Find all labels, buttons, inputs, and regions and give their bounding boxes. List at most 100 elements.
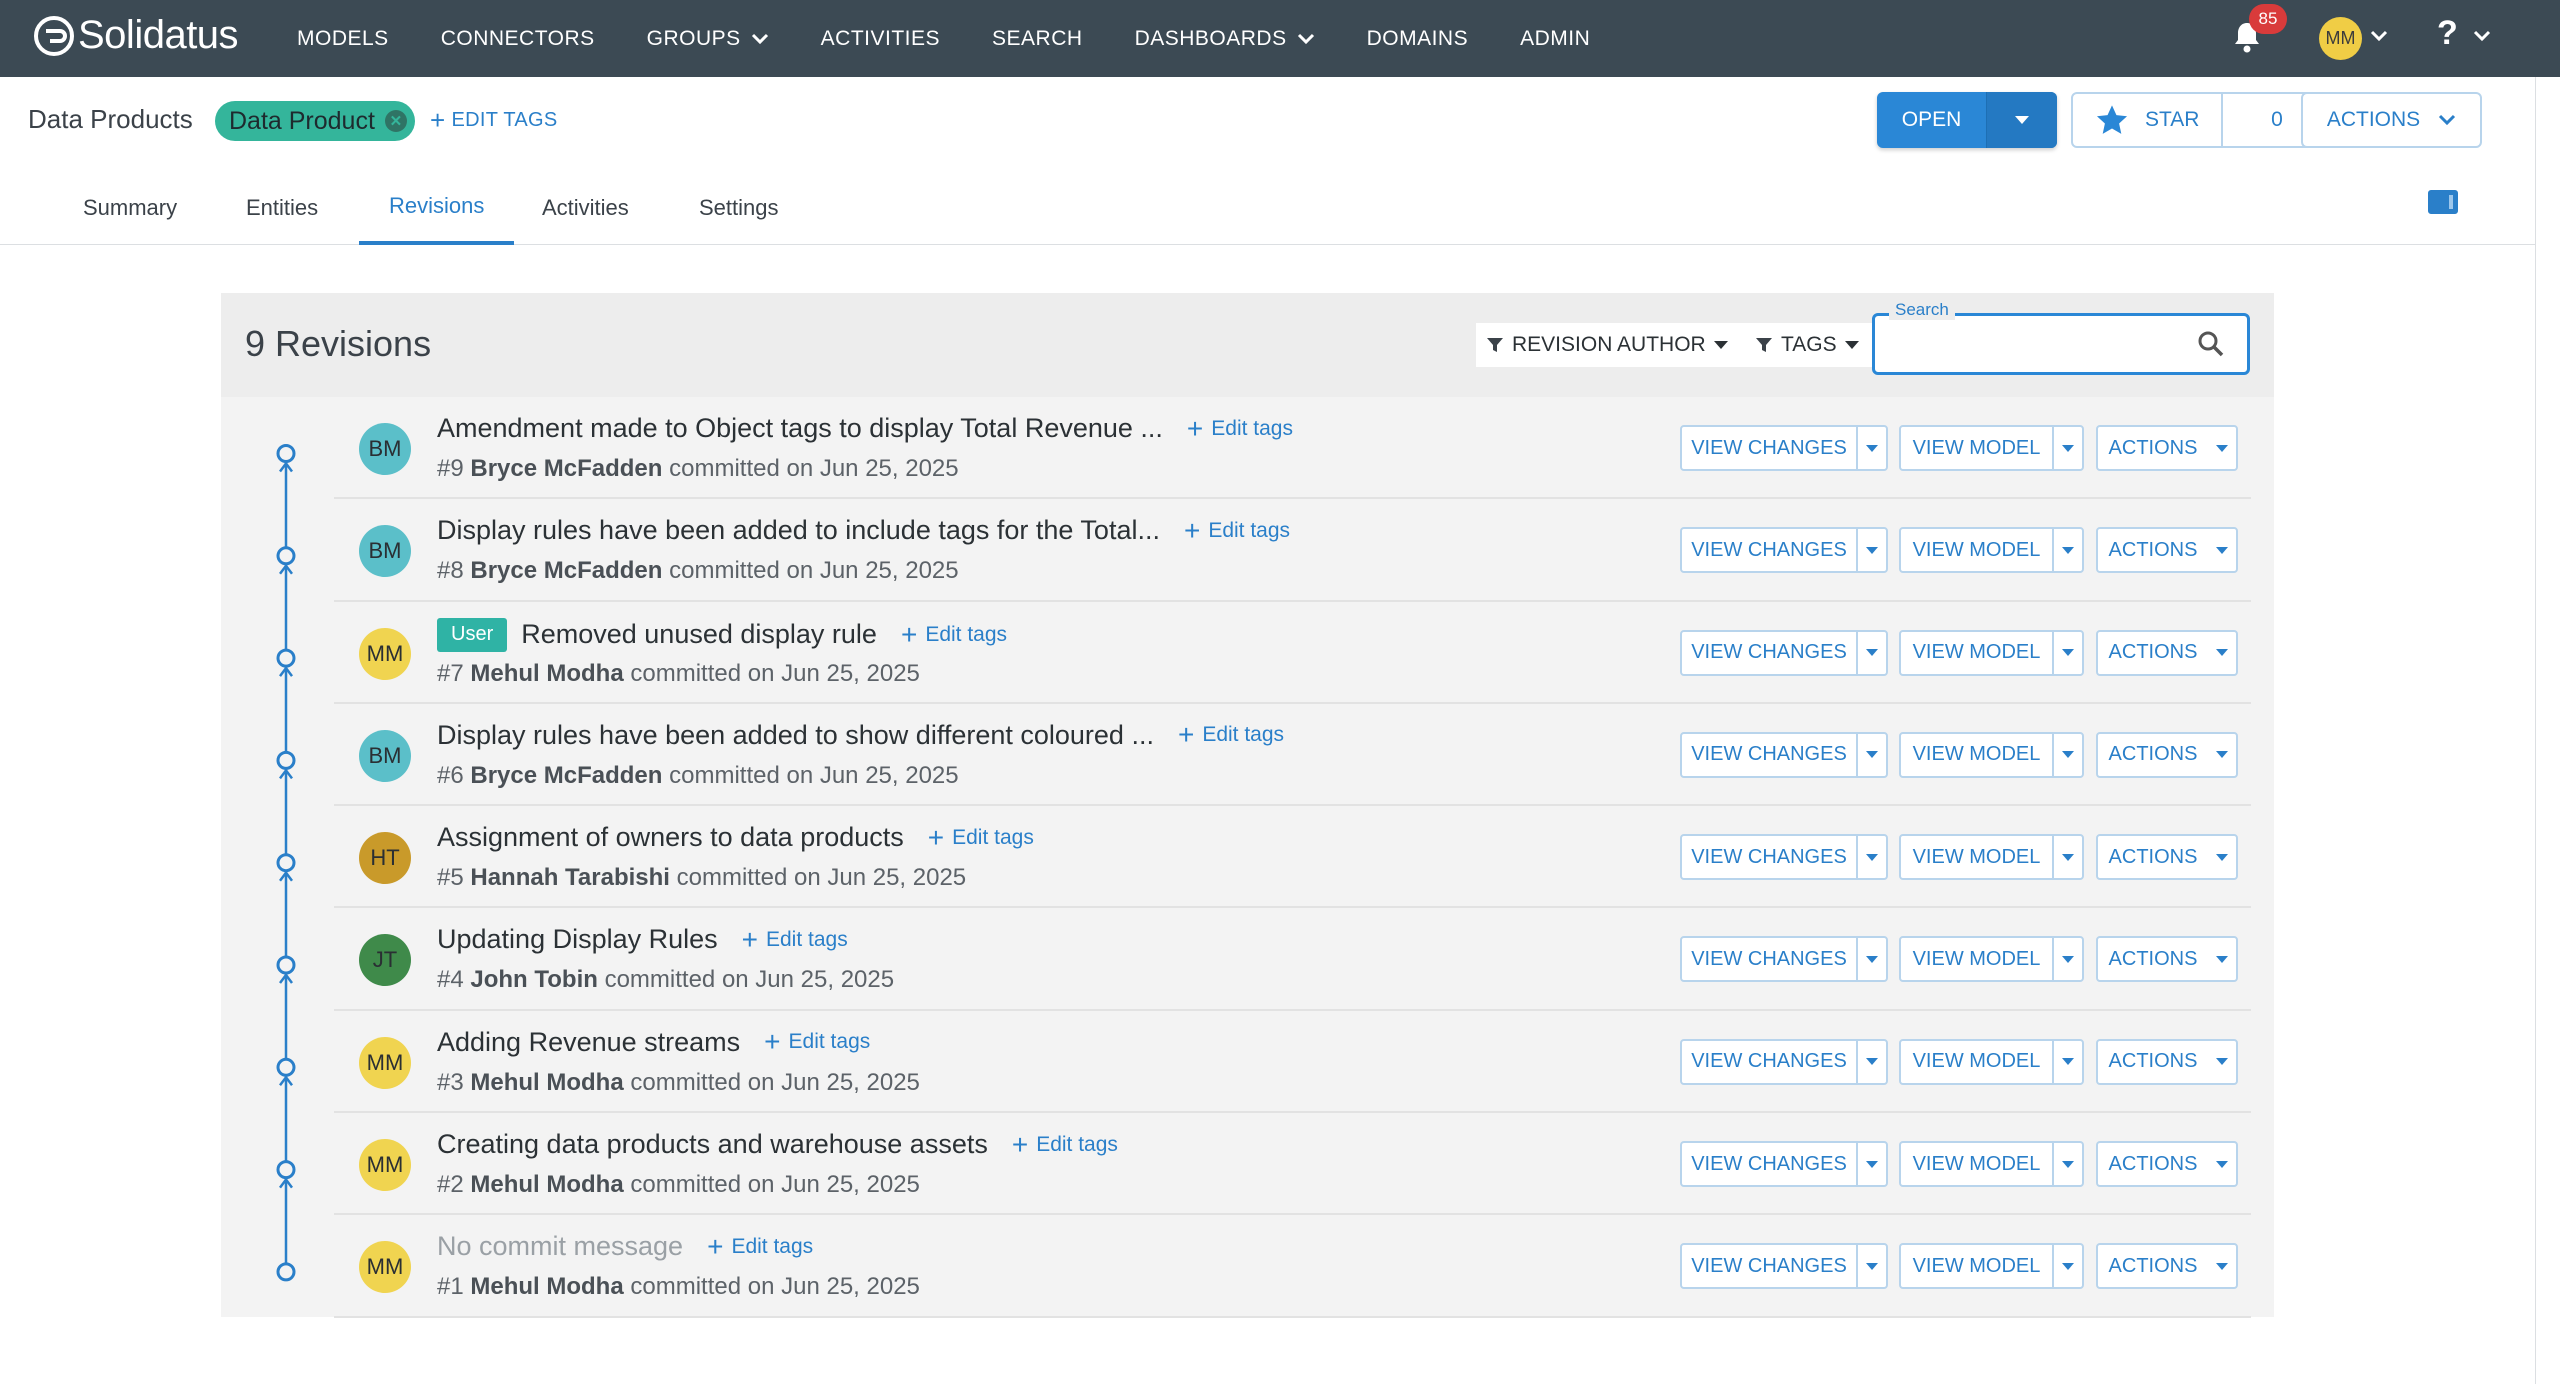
edit-tags-button[interactable]: + Edit tags: [1186, 412, 1293, 444]
remove-tag-icon[interactable]: ✕: [384, 110, 407, 132]
view-model-button[interactable]: VIEW MODEL: [1901, 427, 2054, 469]
nav-item-search[interactable]: SEARCH: [992, 27, 1083, 51]
row-actions-button[interactable]: ACTIONS: [2098, 1143, 2208, 1185]
view-changes-button[interactable]: VIEW CHANGES: [1682, 1143, 1858, 1186]
revision-author-filter[interactable]: REVISION AUTHOR: [1476, 323, 1750, 367]
view-changes-dropdown[interactable]: [1858, 836, 1886, 878]
side-panel-toggle-icon[interactable]: [2428, 190, 2458, 214]
view-model-dropdown[interactable]: [2054, 734, 2082, 776]
nav-item-label: DASHBOARDS: [1134, 26, 1287, 50]
view-model-dropdown[interactable]: [2054, 427, 2082, 469]
row-actions-button[interactable]: ACTIONS: [2098, 529, 2208, 571]
view-model-button[interactable]: VIEW MODEL: [1901, 1040, 2054, 1083]
edit-tags-button[interactable]: + Edit tags: [742, 925, 848, 954]
solidatus-logo[interactable]: Solidatus: [32, 13, 239, 58]
row-actions-button[interactable]: ACTIONS: [2098, 836, 2208, 878]
edit-tags-button[interactable]: + Edit tags: [764, 1028, 870, 1056]
tab-summary[interactable]: Summary: [53, 170, 207, 245]
edit-tags-button[interactable]: + Edit tags: [707, 1232, 813, 1261]
row-actions-button[interactable]: ACTIONS: [2098, 1245, 2208, 1287]
view-changes-button[interactable]: VIEW CHANGES: [1682, 1245, 1858, 1288]
open-dropdown-button[interactable]: [1987, 92, 2057, 148]
view-model-dropdown[interactable]: [2054, 1041, 2082, 1083]
row-actions-dropdown[interactable]: [2208, 529, 2236, 571]
open-button[interactable]: OPEN: [1877, 92, 1987, 148]
star-button[interactable]: STAR: [2073, 94, 2223, 146]
view-changes-dropdown[interactable]: [1858, 632, 1886, 674]
row-actions-dropdown[interactable]: [2208, 734, 2236, 776]
view-model-button[interactable]: VIEW MODEL: [1901, 1245, 2054, 1288]
view-model-button[interactable]: VIEW MODEL: [1901, 938, 2054, 981]
view-changes-dropdown[interactable]: [1858, 529, 1886, 571]
view-model-dropdown[interactable]: [2054, 836, 2082, 878]
view-model-button[interactable]: VIEW MODEL: [1901, 836, 2054, 879]
view-changes-button[interactable]: VIEW CHANGES: [1682, 529, 1858, 572]
row-actions-dropdown[interactable]: [2208, 632, 2236, 674]
view-changes-button[interactable]: VIEW CHANGES: [1682, 836, 1858, 879]
view-changes-dropdown[interactable]: [1858, 1245, 1886, 1287]
tab-settings[interactable]: Settings: [669, 170, 809, 245]
edit-tags-button[interactable]: + Edit tags: [1184, 516, 1290, 545]
view-changes-dropdown[interactable]: [1858, 1143, 1886, 1185]
nav-item-models[interactable]: MODELS: [297, 27, 389, 51]
row-actions-dropdown[interactable]: [2208, 1143, 2236, 1185]
view-changes-dropdown[interactable]: [1858, 734, 1886, 776]
nav-item-groups[interactable]: GROUPS: [647, 27, 769, 51]
nav-item-admin[interactable]: ADMIN: [1520, 27, 1590, 51]
tab-revisions[interactable]: Revisions: [359, 170, 515, 245]
tab-entities[interactable]: Entities: [216, 170, 348, 245]
view-model-dropdown[interactable]: [2054, 1245, 2082, 1287]
row-actions-button[interactable]: ACTIONS: [2098, 632, 2208, 674]
row-actions-dropdown[interactable]: [2208, 1041, 2236, 1083]
row-actions-dropdown[interactable]: [2208, 938, 2236, 980]
edit-tags-button[interactable]: + Edit tags: [928, 823, 1034, 852]
search-input[interactable]: [1885, 324, 2185, 364]
view-changes-button[interactable]: VIEW CHANGES: [1682, 733, 1858, 776]
search-icon[interactable]: [2197, 330, 2225, 358]
view-changes-button[interactable]: VIEW CHANGES: [1682, 1040, 1858, 1083]
view-model-dropdown[interactable]: [2054, 1143, 2082, 1185]
row-actions-button[interactable]: ACTIONS: [2098, 938, 2208, 980]
view-model-button[interactable]: VIEW MODEL: [1901, 733, 2054, 776]
chevron-down-icon[interactable]: [2370, 30, 2388, 42]
row-actions-button[interactable]: ACTIONS: [2098, 427, 2208, 469]
nav-item-connectors[interactable]: CONNECTORS: [441, 27, 595, 51]
row-actions-group: ACTIONS: [2096, 425, 2238, 471]
row-actions-group: ACTIONS: [2096, 1038, 2238, 1085]
view-model-dropdown[interactable]: [2054, 529, 2082, 571]
author-avatar: MM: [359, 1036, 411, 1089]
author-avatar: MM: [359, 1241, 411, 1294]
view-model-button[interactable]: VIEW MODEL: [1901, 631, 2054, 674]
chevron-down-icon[interactable]: [2473, 30, 2491, 42]
row-actions-dropdown[interactable]: [2208, 427, 2236, 469]
edit-tags-button[interactable]: + Edit tags: [901, 620, 1007, 649]
row-actions-button[interactable]: ACTIONS: [2098, 734, 2208, 776]
tags-filter[interactable]: TAGS: [1745, 323, 1881, 367]
nav-item-dashboards[interactable]: DASHBOARDS: [1135, 27, 1315, 51]
view-changes-button[interactable]: VIEW CHANGES: [1682, 631, 1858, 674]
edit-tags-button[interactable]: + Edit tags: [1012, 1130, 1118, 1159]
actions-button[interactable]: ACTIONS: [2301, 92, 2482, 148]
revisions-panel: 9 Revisions REVISION AUTHOR TAGS Search …: [221, 293, 2274, 1318]
row-actions-button[interactable]: ACTIONS: [2098, 1041, 2208, 1083]
view-changes-button[interactable]: VIEW CHANGES: [1682, 938, 1858, 981]
tag-chip[interactable]: Data Product ✕: [215, 101, 415, 141]
view-model-dropdown[interactable]: [2054, 938, 2082, 980]
help-button[interactable]: ?: [2437, 14, 2458, 53]
row-actions-dropdown[interactable]: [2208, 836, 2236, 878]
tab-activities[interactable]: Activities: [512, 170, 659, 245]
row-actions-dropdown[interactable]: [2208, 1245, 2236, 1287]
view-changes-dropdown[interactable]: [1858, 938, 1886, 980]
plus-icon: +: [1186, 412, 1204, 444]
edit-tags-button[interactable]: + EDIT TAGS: [430, 107, 558, 133]
view-model-dropdown[interactable]: [2054, 632, 2082, 674]
nav-item-activities[interactable]: ACTIVITIES: [821, 27, 940, 51]
view-model-button[interactable]: VIEW MODEL: [1901, 529, 2054, 572]
nav-item-domains[interactable]: DOMAINS: [1367, 27, 1469, 51]
edit-tags-button[interactable]: + Edit tags: [1178, 721, 1284, 749]
view-model-button[interactable]: VIEW MODEL: [1901, 1143, 2054, 1186]
user-avatar[interactable]: MM: [2319, 17, 2362, 60]
view-changes-dropdown[interactable]: [1858, 1041, 1886, 1083]
view-changes-dropdown[interactable]: [1858, 427, 1886, 469]
view-changes-button[interactable]: VIEW CHANGES: [1682, 427, 1858, 469]
